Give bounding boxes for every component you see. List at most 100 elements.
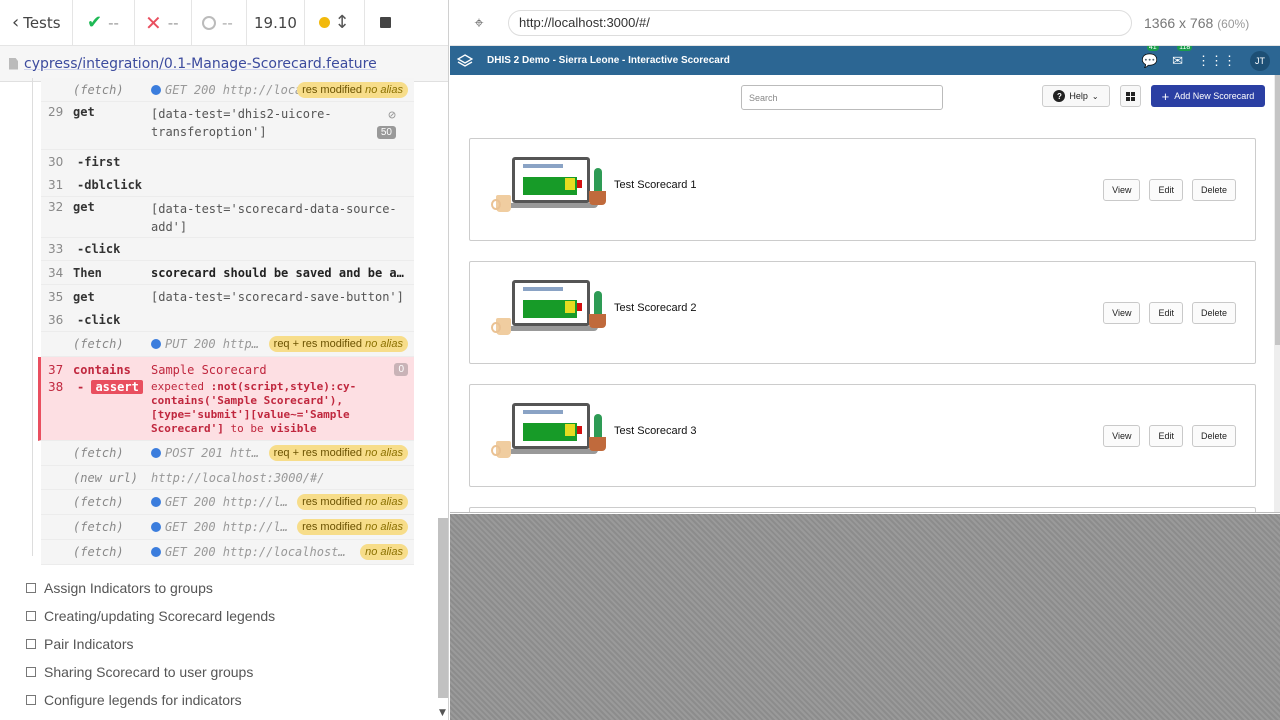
duration: 19.10 xyxy=(247,0,305,46)
scroll-down-icon[interactable]: ▼ xyxy=(439,708,446,718)
interpretations-icon[interactable]: 💬 41 xyxy=(1142,46,1159,69)
command-row[interactable]: (fetch) POST 201 htt… req + res modified… xyxy=(41,441,414,466)
messages-badge: 118 xyxy=(1177,46,1193,51)
reporter-stats-bar: ‹ Tests ✔ -- ✕ -- -- 19.10 ↕ xyxy=(0,0,448,46)
test-item[interactable]: Assign Indicators to groups xyxy=(26,574,275,602)
scrollbar-thumb[interactable] xyxy=(438,518,448,698)
aut-empty-area xyxy=(450,514,1280,720)
command-log: (fetch) GET 200 http://loca… res modifie… xyxy=(38,78,414,565)
pending-stat: -- xyxy=(192,0,247,46)
auto-scroll-toggle[interactable]: ↕ xyxy=(305,0,365,46)
checkbox-icon xyxy=(26,667,36,677)
add-new-scorecard-button[interactable]: + Add New Scorecard xyxy=(1151,85,1265,107)
failed-command[interactable]: 37 contains Sample Scorecard 0 38 - asse… xyxy=(38,357,414,441)
reporter-panel: ‹ Tests ✔ -- ✕ -- -- 19.10 ↕ cypress/int… xyxy=(0,0,449,720)
dhis-logo-icon[interactable] xyxy=(450,53,480,68)
grid-view-button[interactable] xyxy=(1120,85,1141,107)
delete-button[interactable]: Delete xyxy=(1191,179,1236,201)
failed-stat: ✕ -- xyxy=(135,0,192,46)
request-dot-icon xyxy=(151,448,161,458)
scrollbar-thumb[interactable] xyxy=(1275,75,1280,345)
help-icon: ? xyxy=(1053,90,1066,102)
tests-label: Tests xyxy=(23,13,61,32)
selector-playground-icon[interactable]: ⌖ xyxy=(450,13,508,33)
command-row[interactable]: (fetch) GET 200 http://localhost… no ali… xyxy=(41,540,414,565)
assert-badge: assert xyxy=(91,380,143,394)
chevron-left-icon: ‹ xyxy=(12,12,20,33)
fetch-badge: no alias xyxy=(360,544,408,560)
reporter-scrollbar[interactable]: ▼ xyxy=(437,78,449,720)
command-row[interactable]: (fetch) GET 200 http://l… res modified n… xyxy=(41,515,414,540)
request-dot-icon xyxy=(151,84,161,95)
app-title: DHIS 2 Demo - Sierra Leone - Interactive… xyxy=(487,55,730,66)
command-row[interactable]: (fetch) PUT 200 http… req + res modified… xyxy=(41,332,414,357)
messages-icon[interactable]: ✉ 118 xyxy=(1172,46,1193,69)
scorecard-thumbnail xyxy=(491,399,612,465)
search-input[interactable]: Search xyxy=(741,85,943,110)
scorecard-toolbar: Search ? Help ⌄ + Add New Scorecard xyxy=(450,75,1280,117)
test-suite-list: Assign Indicators to groups Creating/upd… xyxy=(26,574,275,714)
view-button[interactable]: View xyxy=(1103,179,1141,201)
spec-path-link[interactable]: cypress/integration/0.1-Manage-Scorecard… xyxy=(24,56,377,72)
view-button[interactable]: View xyxy=(1103,302,1141,324)
pending-count: -- xyxy=(222,13,233,32)
check-icon: ✔ xyxy=(87,12,103,33)
view-button[interactable]: View xyxy=(1103,425,1141,447)
checkbox-icon xyxy=(26,611,36,621)
command-row[interactable]: 32 get [data-test='scorecard-data-source… xyxy=(41,197,414,238)
edit-button[interactable]: Edit xyxy=(1149,179,1183,201)
scorecard-thumbnail xyxy=(491,276,612,342)
tests-back-button[interactable]: ‹ Tests xyxy=(0,0,73,46)
scorecard-card[interactable]: Test Scorecard 1 View Edit Delete xyxy=(469,138,1256,241)
test-item[interactable]: Configure legends for indicators xyxy=(26,686,275,714)
element-count: 50 xyxy=(376,126,396,139)
stop-icon xyxy=(379,17,391,28)
scorecard-title: Test Scorecard 3 xyxy=(614,425,697,437)
request-dot-icon xyxy=(151,547,161,557)
command-row[interactable]: 33 -click xyxy=(41,238,414,261)
command-row[interactable]: 34 Then scorecard should be saved and be… xyxy=(41,261,414,285)
command-row[interactable]: (fetch) GET 200 http://l… res modified n… xyxy=(41,490,414,515)
command-row[interactable]: 30 -first xyxy=(41,150,414,174)
command-indent-line xyxy=(32,78,33,556)
scorecard-card[interactable]: Test Scorecard 3 View Edit Delete xyxy=(469,384,1256,487)
test-item[interactable]: Creating/updating Scorecard legends xyxy=(26,602,275,630)
url-field[interactable]: http://localhost:3000/#/ xyxy=(508,9,1132,36)
delete-button[interactable]: Delete xyxy=(1191,425,1236,447)
scorecard-card-partial[interactable] xyxy=(469,507,1256,512)
interpretations-badge: 41 xyxy=(1146,46,1159,51)
request-dot-icon xyxy=(151,339,161,349)
command-name: (fetch) xyxy=(73,82,124,97)
request-dot-icon xyxy=(151,497,161,507)
failed-count: -- xyxy=(167,13,179,32)
spec-path[interactable]: cypress/integration/0.1-Manage-Scorecard… xyxy=(0,46,448,82)
test-item[interactable]: Pair Indicators xyxy=(26,630,275,658)
command-row[interactable]: 29 get [data-test='dhis2-uicore-transfer… xyxy=(41,102,414,150)
app-scrollbar[interactable] xyxy=(1274,75,1280,512)
pending-icon xyxy=(202,15,216,30)
scorecard-card[interactable]: Test Scorecard 2 View Edit Delete xyxy=(469,261,1256,364)
test-item[interactable]: Sharing Scorecard to user groups xyxy=(26,658,275,686)
fetch-badge: req + res modified no alias xyxy=(268,336,408,352)
edit-button[interactable]: Edit xyxy=(1149,302,1183,324)
checkbox-icon xyxy=(26,583,36,593)
chevron-down-icon: ⌄ xyxy=(1091,91,1099,101)
delete-button[interactable]: Delete xyxy=(1191,302,1236,324)
command-row[interactable]: 31 -dblclick xyxy=(41,174,414,197)
scroll-arrows-icon: ↕ xyxy=(334,12,350,33)
command-row[interactable]: 36 -click xyxy=(41,309,414,332)
command-row[interactable]: (fetch) GET 200 http://loca… res modifie… xyxy=(41,78,414,102)
app-under-test: DHIS 2 Demo - Sierra Leone - Interactive… xyxy=(450,46,1280,513)
command-row[interactable]: (new url) http://localhost:3000/#/ xyxy=(41,466,414,490)
scorecard-thumbnail xyxy=(491,153,612,219)
user-avatar[interactable]: JT xyxy=(1250,50,1270,71)
viewport-info[interactable]: 1366 x 768 (60%) xyxy=(1144,15,1249,31)
stop-button[interactable] xyxy=(365,0,405,46)
help-button[interactable]: ? Help ⌄ xyxy=(1042,85,1110,107)
fetch-badge: res modified no alias xyxy=(297,494,408,510)
apps-grid-icon[interactable]: ⋮⋮⋮ xyxy=(1197,53,1236,69)
command-row[interactable]: 35 get [data-test='scorecard-save-button… xyxy=(41,285,414,309)
edit-button[interactable]: Edit xyxy=(1149,425,1183,447)
checkbox-icon xyxy=(26,639,36,649)
dhis-header-bar: DHIS 2 Demo - Sierra Leone - Interactive… xyxy=(450,46,1280,75)
